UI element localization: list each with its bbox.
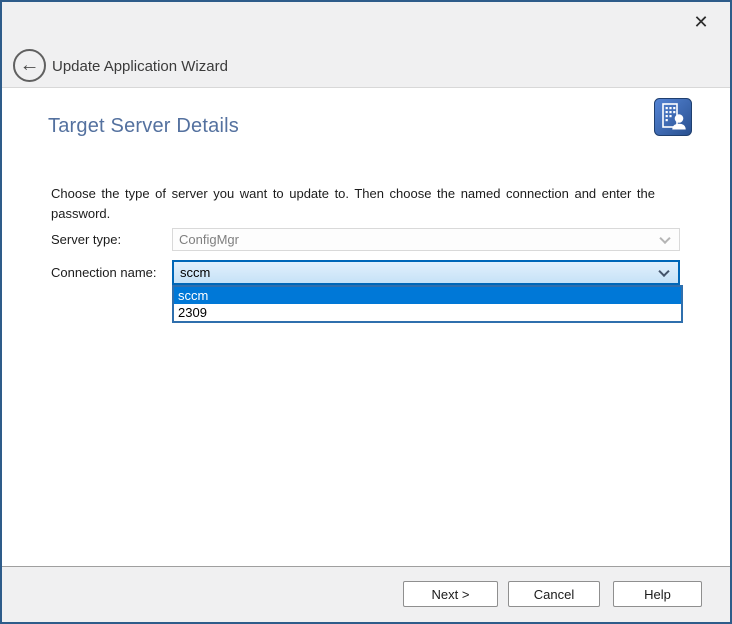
wizard-window: ✕ ← Update Application Wizard Target Ser… [0,0,732,624]
chevron-down-icon [659,232,670,243]
server-type-value: ConfigMgr [179,232,239,247]
connection-name-dropdown[interactable]: sccm [172,260,680,285]
dropdown-option-sccm[interactable]: sccm [174,287,681,304]
page-description: Choose the type of server you want to up… [51,184,655,223]
connection-name-label: Connection name: [51,265,157,280]
wizard-title: Update Application Wizard [52,58,228,75]
back-button[interactable]: ← [13,49,46,82]
wizard-content [2,89,730,566]
connection-name-value: sccm [180,265,210,280]
page-title: Target Server Details [48,115,239,138]
wizard-header: ✕ ← Update Application Wizard [2,2,730,88]
back-arrow-icon: ← [20,55,40,75]
server-type-label: Server type: [51,232,121,247]
next-button[interactable]: Next > [403,581,498,607]
help-button[interactable]: Help [613,581,702,607]
connection-dropdown-list: sccm 2309 [172,285,683,323]
server-type-dropdown[interactable]: ConfigMgr [172,228,680,251]
close-icon[interactable]: ✕ [688,9,714,35]
dropdown-option-2309[interactable]: 2309 [174,304,681,321]
chevron-down-icon [658,265,669,276]
application-user-icon [654,98,692,136]
cancel-button[interactable]: Cancel [508,581,600,607]
